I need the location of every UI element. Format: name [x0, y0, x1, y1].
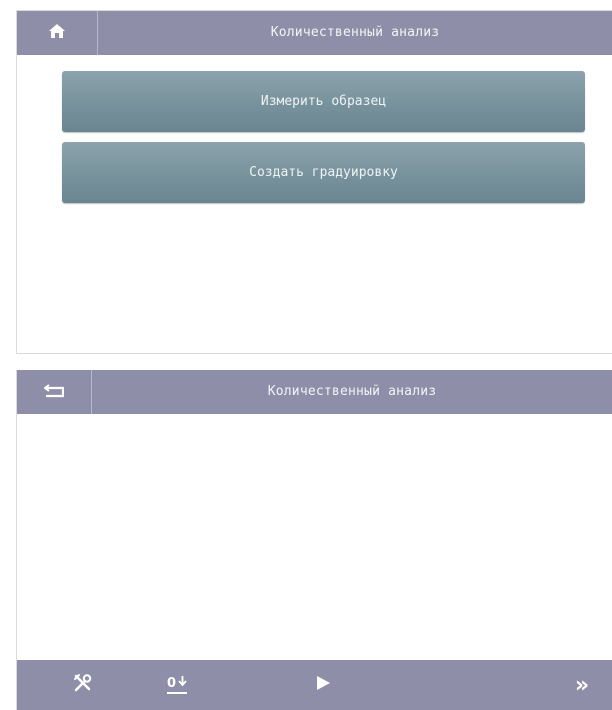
home-button[interactable]: [17, 11, 98, 55]
zero-button[interactable]: 0: [147, 660, 207, 710]
title-bar: Количественный анализ: [17, 11, 612, 55]
play-icon: [315, 675, 331, 695]
title-bar: Количественный анализ: [17, 370, 612, 414]
tools-button[interactable]: [53, 660, 113, 710]
start-measurement-button[interactable]: [293, 660, 353, 710]
back-icon: [43, 383, 65, 402]
double-chevron-right-icon: »: [574, 672, 589, 698]
tools-icon: [73, 673, 93, 697]
bottom-toolbar: 0 »: [17, 660, 612, 710]
zero-label: 0: [166, 676, 177, 691]
measure-sample-button[interactable]: Измерить образец: [62, 71, 585, 132]
next-button[interactable]: »: [550, 660, 610, 710]
home-icon: [48, 23, 66, 43]
quantitative-analysis-measure-screen: Количественный анализ 0 »: [16, 370, 612, 710]
back-button[interactable]: [17, 370, 92, 414]
create-calibration-button[interactable]: Создать градуировку: [62, 142, 585, 203]
quantitative-analysis-menu-screen: Количественный анализ Измерить образец С…: [16, 10, 612, 354]
zero-down-icon: 0: [166, 676, 188, 694]
page: Количественный анализ Измерить образец С…: [0, 0, 612, 710]
screen-title: Количественный анализ: [270, 25, 440, 40]
screen-title: Количественный анализ: [267, 384, 437, 399]
